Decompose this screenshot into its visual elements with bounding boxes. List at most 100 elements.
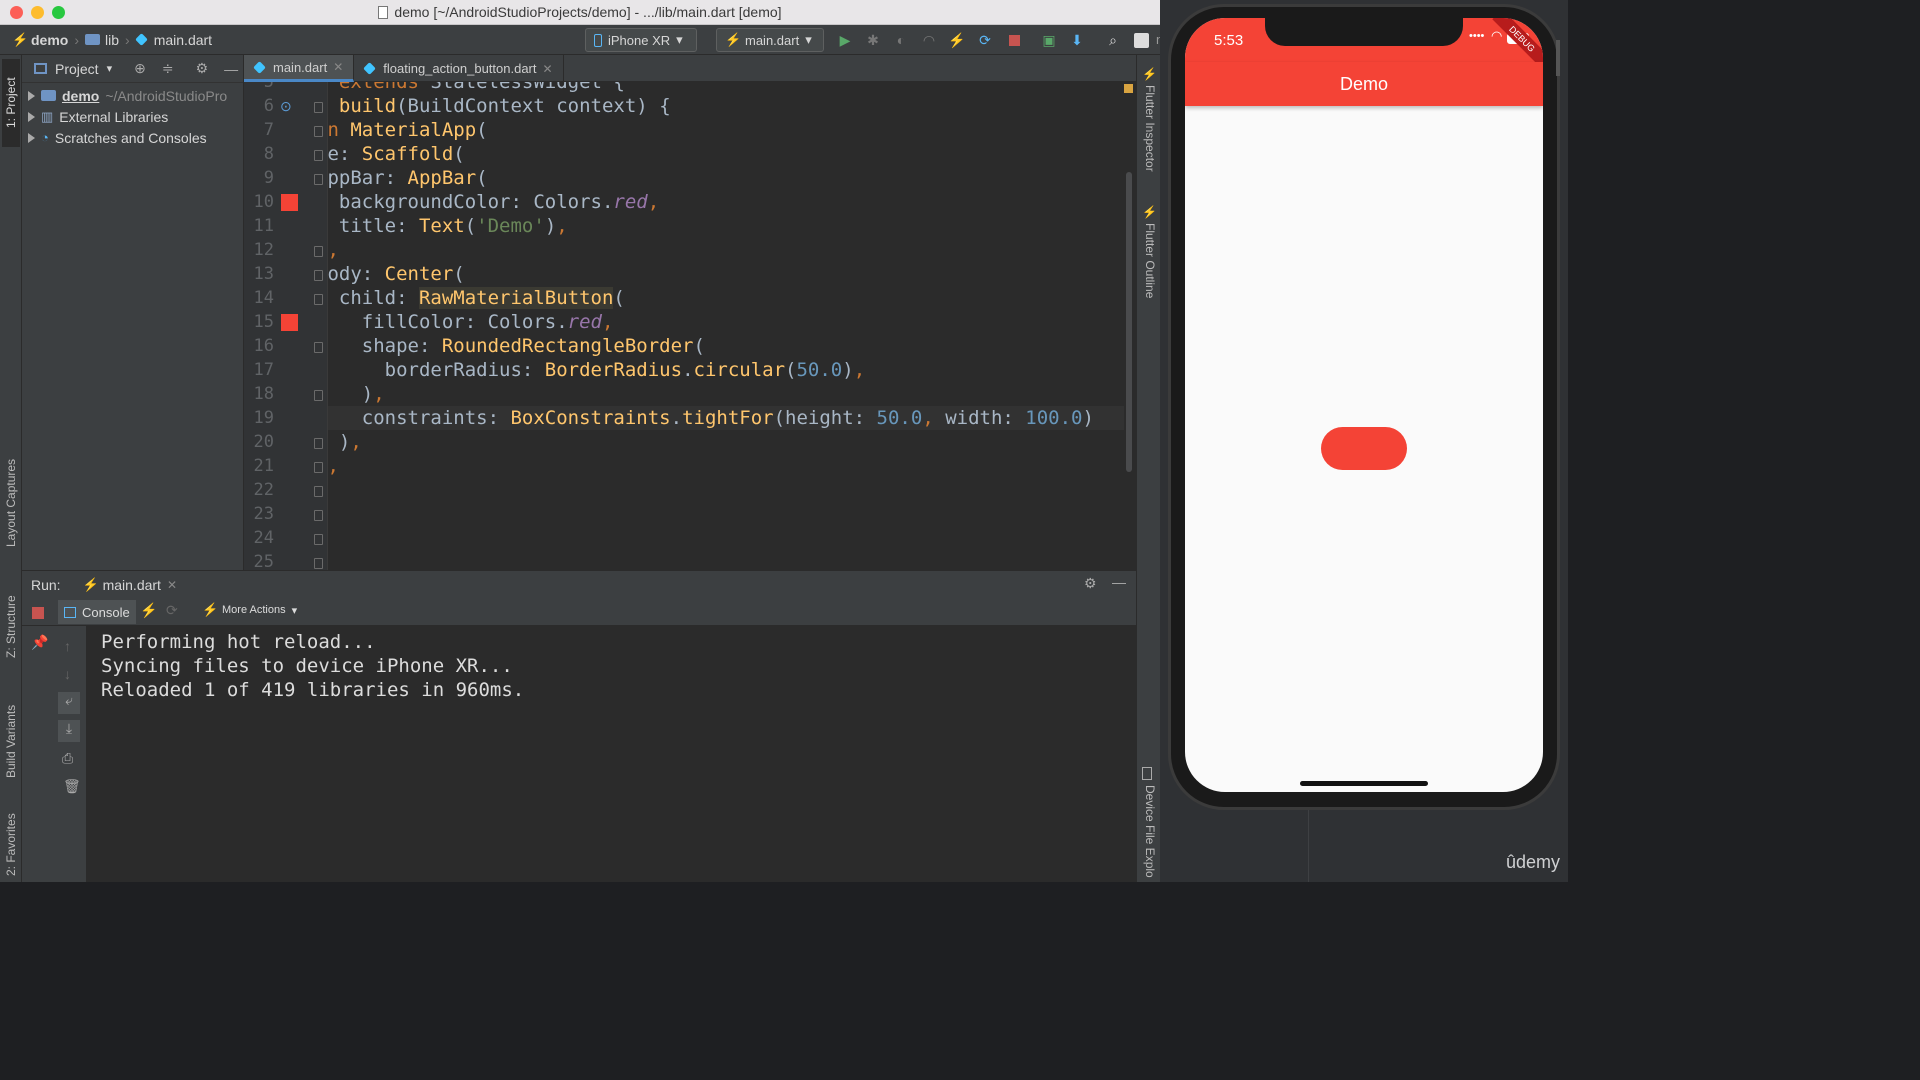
line-number: 5	[263, 82, 274, 92]
project-view-selector[interactable]: Project	[55, 61, 99, 77]
fold-icon[interactable]	[314, 534, 323, 545]
user-avatar-icon[interactable]	[1132, 31, 1150, 49]
fold-icon[interactable]	[314, 486, 323, 497]
collapse-all-icon[interactable]: ≑	[162, 60, 174, 77]
run-tab-main-dart[interactable]: ⚡ main.dart ✕	[83, 577, 177, 593]
gear-icon[interactable]: ⚙	[196, 60, 209, 77]
close-icon[interactable]: ✕	[167, 578, 177, 592]
code-line: shape: RoundedRectangleBorder(	[328, 335, 705, 357]
coverage-icon[interactable]: ◐	[892, 31, 910, 49]
scroll-to-end-icon[interactable]: ⤓	[58, 720, 80, 742]
home-indicator[interactable]	[1300, 781, 1428, 786]
override-gutter-icon[interactable]: ⊙	[280, 98, 292, 115]
raw-material-button[interactable]	[1321, 427, 1407, 470]
pin-icon[interactable]: 📌	[31, 634, 48, 651]
code-line: borderRadius: BorderRadius.circular(50.0…	[328, 359, 866, 381]
expand-arrow-icon[interactable]	[28, 90, 35, 101]
soft-wrap-icon[interactable]: ⤶	[58, 692, 80, 714]
fold-icon[interactable]	[314, 462, 323, 473]
tab-main-dart[interactable]: main.dart ✕	[244, 55, 355, 82]
scrollbar-thumb[interactable]	[1126, 172, 1132, 472]
folder-icon	[85, 34, 101, 45]
minimize-window-button[interactable]	[31, 6, 44, 19]
chevron-down-icon: ▾	[676, 32, 683, 47]
editor-tab-bar: main.dart ✕ floating_action_button.dart …	[244, 55, 1136, 82]
fold-icon[interactable]	[314, 510, 323, 521]
code-editor[interactable]: ) extends StatelessWidget { build(BuildC…	[328, 82, 1124, 570]
hide-panel-icon[interactable]: —	[1112, 574, 1126, 590]
stop-icon[interactable]	[1005, 31, 1023, 49]
fold-icon[interactable]	[314, 150, 323, 161]
stop-icon[interactable]	[32, 607, 44, 619]
tab-label: main.dart	[273, 59, 328, 75]
zoom-window-button[interactable]	[52, 6, 65, 19]
hot-reload-icon[interactable]: ⚡	[140, 602, 157, 619]
fold-icon[interactable]	[314, 342, 323, 353]
locate-icon[interactable]: ⊕	[134, 60, 146, 77]
expand-arrow-icon[interactable]	[28, 111, 35, 122]
tab-favorites[interactable]: 2: Favorites	[2, 807, 20, 883]
breadcrumb-project[interactable]: ⚡ demo	[0, 32, 74, 48]
line-number: 19	[253, 408, 274, 428]
profile-icon[interactable]: ◠	[920, 31, 938, 49]
gear-icon[interactable]: ⚙	[1084, 575, 1097, 592]
fold-icon[interactable]	[314, 246, 323, 257]
more-actions-label: More Actions	[222, 604, 286, 616]
sdk-manager-icon[interactable]: ⬇	[1068, 31, 1086, 49]
breadcrumb-file[interactable]: main.dart	[130, 32, 218, 48]
fold-icon[interactable]	[314, 126, 323, 137]
fold-icon[interactable]	[314, 390, 323, 401]
close-icon[interactable]: ✕	[543, 62, 553, 76]
trash-icon[interactable]: 🗑	[63, 778, 81, 795]
close-window-button[interactable]	[10, 6, 23, 19]
fold-icon[interactable]	[314, 102, 323, 113]
tab-flutter-outline[interactable]: Flutter Outline	[1141, 223, 1157, 298]
chevron-down-icon[interactable]: ▾	[107, 62, 113, 75]
tree-item-scratches[interactable]: ◔ Scratches and Consoles	[22, 127, 243, 148]
close-icon[interactable]: ✕	[333, 60, 343, 74]
console-output[interactable]: Performing hot reload... Syncing files t…	[86, 626, 1136, 882]
chevron-down-icon: ▾	[291, 604, 298, 617]
hot-restart-icon[interactable]: ⟳	[976, 31, 994, 49]
print-icon[interactable]: ⎙	[62, 750, 73, 767]
color-swatch-marker[interactable]	[281, 194, 298, 211]
hot-reload-icon[interactable]: ⚡	[948, 31, 966, 49]
tab-layout-captures[interactable]: Layout Captures	[2, 447, 20, 559]
expand-arrow-icon[interactable]	[28, 132, 35, 143]
down-arrow-icon[interactable]: ↓	[64, 666, 71, 682]
code-line: body: Center(	[328, 263, 465, 285]
up-arrow-icon[interactable]: ↑	[64, 638, 71, 654]
device-selector[interactable]: iPhone XR ▾	[585, 28, 697, 52]
hot-restart-icon[interactable]: ⟳	[166, 602, 178, 619]
debug-icon[interactable]: ✱	[864, 31, 882, 49]
simulator-screen[interactable]: 5:53 •••• ◠ DEBUG Demo	[1185, 18, 1543, 792]
tree-item-label: Scratches and Consoles	[54, 129, 207, 146]
fold-icon[interactable]	[314, 294, 323, 305]
tab-build-variants[interactable]: Build Variants	[2, 691, 20, 791]
editor-scrollbar[interactable]	[1124, 82, 1136, 570]
breadcrumb-label: demo	[31, 31, 69, 48]
tab-project[interactable]: 1: Project	[2, 59, 20, 147]
search-icon[interactable]: ⌕	[1104, 31, 1122, 49]
folder-icon	[41, 90, 56, 101]
tree-item-demo[interactable]: demo ~/AndroidStudioPro	[22, 85, 243, 106]
fold-icon[interactable]	[314, 174, 323, 185]
tab-structure[interactable]: Z: Structure	[2, 583, 20, 671]
run-icon[interactable]: ▶	[836, 31, 854, 49]
more-actions-menu[interactable]: ⚡ More Actions ▾	[202, 603, 297, 617]
tab-label: floating_action_button.dart	[383, 61, 537, 76]
tab-flutter-inspector[interactable]: Flutter Inspector	[1141, 85, 1157, 172]
console-tab[interactable]: Console	[58, 600, 136, 624]
run-config-selector[interactable]: ⚡ main.dart ▾	[716, 28, 824, 52]
breadcrumb-label: lib	[105, 31, 120, 48]
tree-item-external-libraries[interactable]: ▥ External Libraries	[22, 106, 243, 127]
fold-icon[interactable]	[314, 270, 323, 281]
device-manager-icon[interactable]: ▣	[1040, 31, 1058, 49]
tab-floating-action-button[interactable]: floating_action_button.dart ✕	[354, 55, 564, 82]
fold-icon[interactable]	[314, 438, 323, 449]
fold-icon[interactable]	[314, 558, 323, 569]
color-swatch-marker[interactable]	[281, 314, 298, 331]
hide-panel-icon[interactable]: —	[224, 61, 238, 77]
tab-device-file-explorer[interactable]: Device File Explo	[1141, 785, 1157, 878]
breadcrumb-lib[interactable]: lib	[79, 32, 125, 48]
